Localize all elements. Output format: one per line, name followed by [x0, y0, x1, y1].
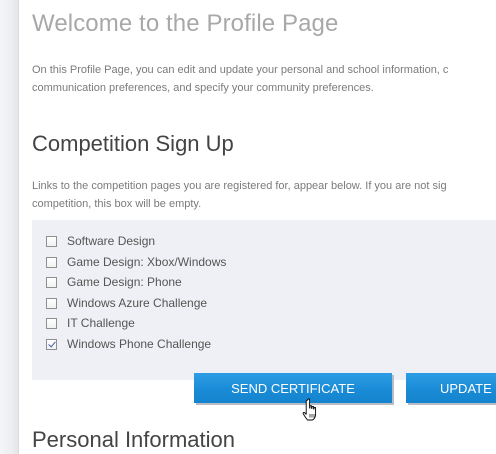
- competition-description-line2: competition, this box will be empty.: [32, 198, 202, 210]
- competition-item-label: Game Design: Xbox/Windows: [67, 255, 227, 269]
- competition-item[interactable]: IT Challenge: [46, 315, 135, 331]
- browser-viewport: Welcome to the Profile Page On this Prof…: [0, 0, 496, 454]
- personal-information-heading: Personal Information: [32, 427, 235, 452]
- page-title: Welcome to the Profile Page: [32, 10, 339, 37]
- profile-content: Welcome to the Profile Page On this Prof…: [19, 0, 496, 454]
- hand-pointer-icon: [302, 398, 317, 421]
- checkbox[interactable]: [46, 276, 57, 288]
- competition-item-label: IT Challenge: [67, 316, 135, 330]
- checkbox[interactable]: [46, 256, 57, 268]
- competition-item-label: Game Design: Phone: [67, 275, 182, 289]
- competition-item[interactable]: Software Design: [46, 233, 155, 249]
- competition-description-line1: Links to the competition pages you are r…: [32, 180, 447, 192]
- update-button[interactable]: UPDATE: [406, 373, 496, 403]
- competition-item[interactable]: Game Design: Xbox/Windows: [46, 254, 226, 270]
- competition-item[interactable]: Windows Phone Challenge: [46, 336, 211, 352]
- checkbox[interactable]: [46, 235, 57, 247]
- competition-heading: Competition Sign Up: [32, 131, 234, 156]
- checkbox-checked[interactable]: [46, 338, 57, 350]
- left-page-margin: [0, 0, 19, 454]
- welcome-description-line1: On this Profile Page, you can edit and u…: [32, 64, 449, 76]
- checkbox[interactable]: [46, 317, 57, 329]
- competition-item[interactable]: Windows Azure Challenge: [46, 295, 207, 311]
- competition-item-label: Software Design: [67, 234, 156, 248]
- send-certificate-button[interactable]: SEND CERTIFICATE: [194, 373, 392, 403]
- checkbox[interactable]: [46, 297, 57, 309]
- welcome-description-line2: communication preferences, and specify y…: [32, 82, 374, 94]
- competition-item-label: Windows Phone Challenge: [67, 337, 212, 351]
- competition-list-box: Software Design Game Design: Xbox/Window…: [32, 220, 496, 380]
- competition-item-label: Windows Azure Challenge: [67, 296, 208, 310]
- competition-item[interactable]: Game Design: Phone: [46, 274, 182, 290]
